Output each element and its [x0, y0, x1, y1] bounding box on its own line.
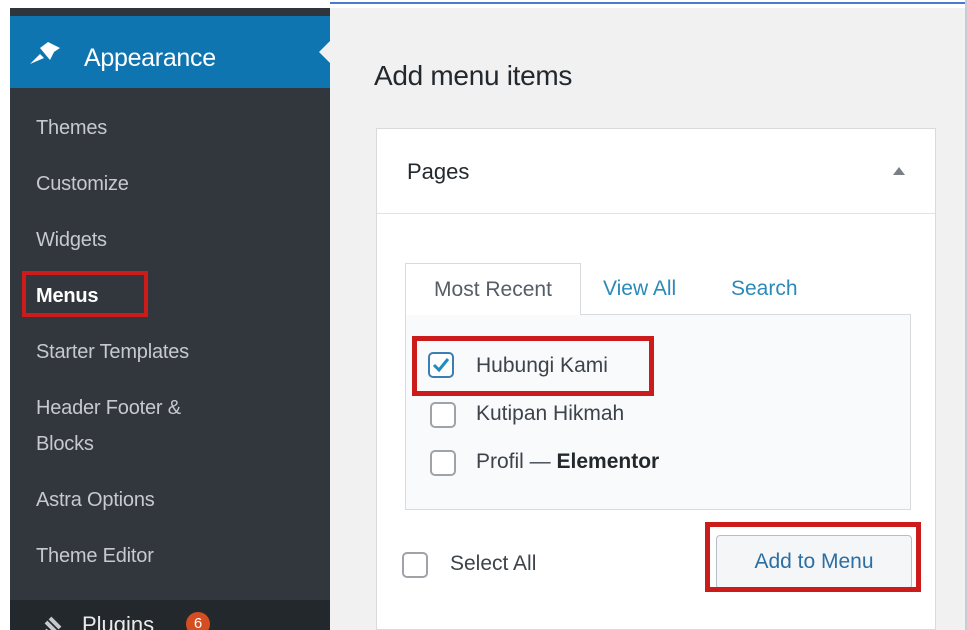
select-all-checkbox[interactable]	[402, 552, 428, 578]
submenu-item-header-footer-line2[interactable]: Blocks	[36, 430, 94, 458]
submenu-item-widgets[interactable]: Widgets	[36, 226, 107, 254]
submenu-item-starter-templates[interactable]: Starter Templates	[36, 338, 189, 366]
page-builder-suffix: Elementor	[556, 450, 660, 473]
appearance-submenu: Themes Customize Widgets Menus Starter T…	[10, 88, 330, 600]
page-checkbox-kutipan-hikmah[interactable]	[430, 402, 456, 428]
admin-sidebar: Appearance Themes Customize Widgets Menu…	[10, 8, 331, 630]
hubungi-kami-highlight-box	[412, 336, 654, 396]
submenu-item-theme-editor[interactable]: Theme Editor	[36, 542, 154, 570]
update-count-badge: 6	[186, 612, 210, 630]
submenu-item-customize[interactable]: Customize	[36, 170, 129, 198]
paintbrush-pin-icon	[30, 42, 60, 64]
window-frame-left	[0, 0, 10, 630]
sidebar-item-label: Appearance	[84, 44, 216, 72]
page-label-kutipan-hikmah: Kutipan Hikmah	[476, 402, 625, 425]
page-checkbox-profil[interactable]	[430, 450, 456, 476]
plug-icon	[44, 616, 62, 630]
section-title: Add menu items	[374, 60, 573, 91]
sidebar-item-label: Plugins	[82, 612, 155, 630]
tab-search[interactable]: Search	[731, 263, 798, 315]
tab-view-all[interactable]: View All	[603, 263, 676, 315]
panel-title: Pages	[407, 159, 470, 184]
submenu-item-astra-options[interactable]: Astra Options	[36, 486, 155, 514]
page-label-profil: Profil — Elementor	[476, 450, 659, 474]
tab-most-recent[interactable]: Most Recent	[405, 263, 581, 315]
submenu-item-themes[interactable]: Themes	[36, 114, 107, 142]
active-menu-pointer	[319, 40, 331, 64]
add-to-menu-highlight-box	[705, 522, 921, 592]
collapse-arrow-icon[interactable]	[893, 167, 905, 175]
window-frame-top-line	[330, 2, 967, 4]
submenu-item-header-footer-line1[interactable]: Header Footer &	[36, 394, 181, 422]
select-all-label: Select All	[450, 552, 537, 575]
sidebar-item-appearance[interactable]: Appearance	[10, 16, 331, 88]
page-title-text: Profil —	[476, 450, 557, 473]
sidebar-item-plugins[interactable]: Plugins 6	[10, 600, 330, 630]
pages-panel-header[interactable]: Pages	[377, 129, 935, 214]
menus-highlight-box	[22, 271, 148, 317]
